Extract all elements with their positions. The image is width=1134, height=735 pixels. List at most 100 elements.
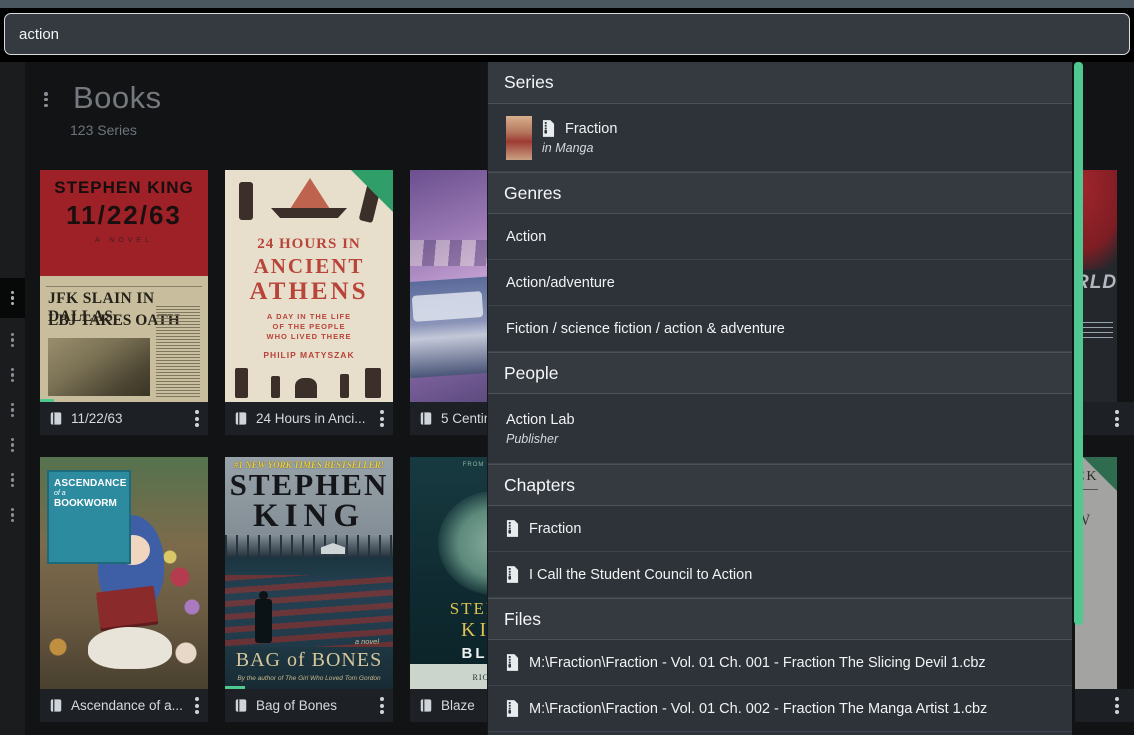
cover-novel-text: a novel: [355, 637, 379, 646]
search-section-header-people: People: [488, 352, 1072, 394]
search-result-subtext: in Manga: [542, 141, 617, 155]
book-icon: [49, 411, 63, 426]
cover-title-text: BAG of BONES: [225, 649, 393, 672]
cover-tagline-text: A NOVEL: [40, 237, 208, 244]
search-result-genre[interactable]: Action/adventure: [488, 260, 1072, 306]
cover-author-text: STEPHEN: [225, 470, 393, 500]
sidebar-item-ellipsis-icon[interactable]: [0, 465, 25, 495]
search-result-genre[interactable]: Action: [488, 214, 1072, 260]
sidebar-item-ellipsis-icon[interactable]: [0, 395, 25, 425]
series-title-label[interactable]: Ascendance of a...: [71, 698, 187, 713]
search-result-text: Fiction / science fiction / action & adv…: [506, 321, 785, 337]
search-result-chapter[interactable]: I Call the Student Council to Action: [488, 552, 1072, 598]
cover-photo: [48, 338, 150, 396]
cover-art: STEPHEN KING 11/22/63 A NOVEL: [40, 170, 208, 276]
cover-title-text: BOOKWORM: [54, 498, 124, 509]
cover-byline-text: By the author of The Girl Who Loved Tom …: [225, 675, 393, 682]
cover-title-text: 24 HOURS IN: [225, 236, 393, 253]
series-card-footer: 11/22/63: [40, 402, 208, 435]
search-result-text: M:\Fraction\Fraction - Vol. 01 Ch. 001 -…: [529, 655, 986, 671]
search-result-text: Action/adventure: [506, 275, 615, 291]
card-menu-ellipsis-icon[interactable]: [380, 695, 384, 717]
search-input[interactable]: [4, 13, 1130, 55]
book-icon: [419, 411, 433, 426]
sidebar-item-ellipsis-icon[interactable]: [0, 500, 25, 530]
search-result-text: Action: [506, 229, 546, 245]
archive-file-icon: [506, 654, 519, 671]
search-section-header-chapters: Chapters: [488, 464, 1072, 506]
search-section-header-files: Files: [488, 598, 1072, 640]
search-result-file[interactable]: M:\Fraction\Fraction - Vol. 01 Ch. 002 -…: [488, 686, 1072, 732]
app-window: Books 123 Series STEPHEN KING 11/22/63 A…: [0, 0, 1134, 735]
search-result-text: M:\Fraction\Fraction - Vol. 01 Ch. 002 -…: [529, 701, 987, 717]
search-result-text: Action Lab: [506, 412, 575, 428]
search-result-text: Fraction: [529, 521, 581, 537]
cover-title-text: of a: [54, 490, 124, 497]
cover-art: [225, 364, 393, 398]
cover-art: JFK SLAIN IN DALLAS, LBJ TAKES OATH: [40, 276, 208, 402]
dropdown-scrollbar[interactable]: [1074, 62, 1083, 625]
cover-art: [88, 627, 172, 669]
library-actions-ellipsis-icon[interactable]: [44, 90, 48, 109]
book-icon: [234, 698, 248, 713]
cover-art: [96, 586, 158, 629]
search-result-subtext: Publisher: [506, 432, 575, 446]
sidebar-item-ellipsis-icon[interactable]: [0, 430, 25, 460]
series-cover-112263[interactable]: STEPHEN KING 11/22/63 A NOVEL JFK SLAIN …: [40, 170, 208, 402]
search-result-series-fraction[interactable]: Fraction in Manga: [488, 104, 1072, 172]
series-card-footer: Bag of Bones: [225, 689, 393, 722]
series-title-label[interactable]: 24 Hours in Anci...: [256, 411, 372, 426]
cover-author-text: KING: [225, 500, 393, 532]
search-section-header-series: Series: [488, 62, 1072, 104]
cover-subtitle-text: OF THE PEOPLE: [225, 322, 393, 331]
series-title-label[interactable]: 11/22/63: [71, 411, 187, 426]
book-icon: [419, 698, 433, 713]
search-bar: [0, 8, 1134, 62]
sidebar-item-ellipsis-icon[interactable]: [0, 360, 25, 390]
cover-title-text: ASCENDANCE: [54, 478, 124, 489]
series-cover-24-hours[interactable]: 24 HOURS IN ANCIENT ATHENS A DAY IN THE …: [225, 170, 393, 402]
cover-subtitle-text: A DAY IN THE LIFE: [225, 312, 393, 321]
sidebar: [0, 62, 25, 735]
series-count: 123 Series: [70, 122, 137, 138]
card-menu-ellipsis-icon[interactable]: [1115, 695, 1119, 717]
card-menu-ellipsis-icon[interactable]: [195, 695, 199, 717]
search-result-text: I Call the Student Council to Action: [529, 567, 752, 583]
series-card-footer: [1075, 689, 1134, 722]
search-result-chapter[interactable]: Fraction: [488, 506, 1072, 552]
search-result-genre[interactable]: Fiction / science fiction / action & adv…: [488, 306, 1072, 352]
archive-file-icon: [542, 120, 555, 137]
cover-title-text: ATHENS: [225, 278, 393, 306]
cover-art: a novel BAG of BONES By the author of Th…: [225, 557, 393, 689]
series-card-footer: [1075, 402, 1134, 435]
archive-file-icon: [506, 700, 519, 717]
window-top-strip: [0, 0, 1134, 8]
archive-file-icon: [506, 566, 519, 583]
series-card-footer: 24 Hours in Anci...: [225, 402, 393, 435]
search-result-file[interactable]: M:\Fraction\Fraction - Vol. 01 Ch. 001 -…: [488, 640, 1072, 686]
search-result-person[interactable]: Action Lab Publisher: [488, 394, 1072, 464]
archive-file-icon: [506, 520, 519, 537]
search-section-header-genres: Genres: [488, 172, 1072, 214]
series-thumbnail: [506, 116, 532, 160]
search-result-text: Fraction: [565, 121, 617, 137]
search-results-dropdown: Series Fraction in Manga Genres Action A…: [487, 62, 1072, 735]
sidebar-item-ellipsis-icon[interactable]: [0, 325, 25, 355]
cover-title-text: ANCIENT: [225, 254, 393, 279]
cover-author-text: PHILIP MATYSZAK: [225, 350, 393, 360]
page-title: Books: [73, 80, 162, 116]
cover-subtitle-text: WHO LIVED THERE: [225, 332, 393, 341]
cover-title-box: ASCENDANCE of a BOOKWORM: [47, 470, 131, 564]
card-menu-ellipsis-icon[interactable]: [195, 408, 199, 430]
book-icon: [49, 698, 63, 713]
sidebar-item-ellipsis-icon[interactable]: [0, 278, 25, 318]
book-icon: [234, 411, 248, 426]
cover-author-text: STEPHEN KING: [40, 170, 208, 198]
card-menu-ellipsis-icon[interactable]: [1115, 408, 1119, 430]
cover-title-text: 11/22/63: [40, 200, 208, 231]
series-card-footer: Ascendance of a...: [40, 689, 208, 722]
series-title-label[interactable]: Bag of Bones: [256, 698, 372, 713]
series-cover-ascendance[interactable]: ASCENDANCE of a BOOKWORM: [40, 457, 208, 689]
card-menu-ellipsis-icon[interactable]: [380, 408, 384, 430]
series-cover-bag-of-bones[interactable]: #1 NEW YORK TIMES BESTSELLER! STEPHEN KI…: [225, 457, 393, 689]
